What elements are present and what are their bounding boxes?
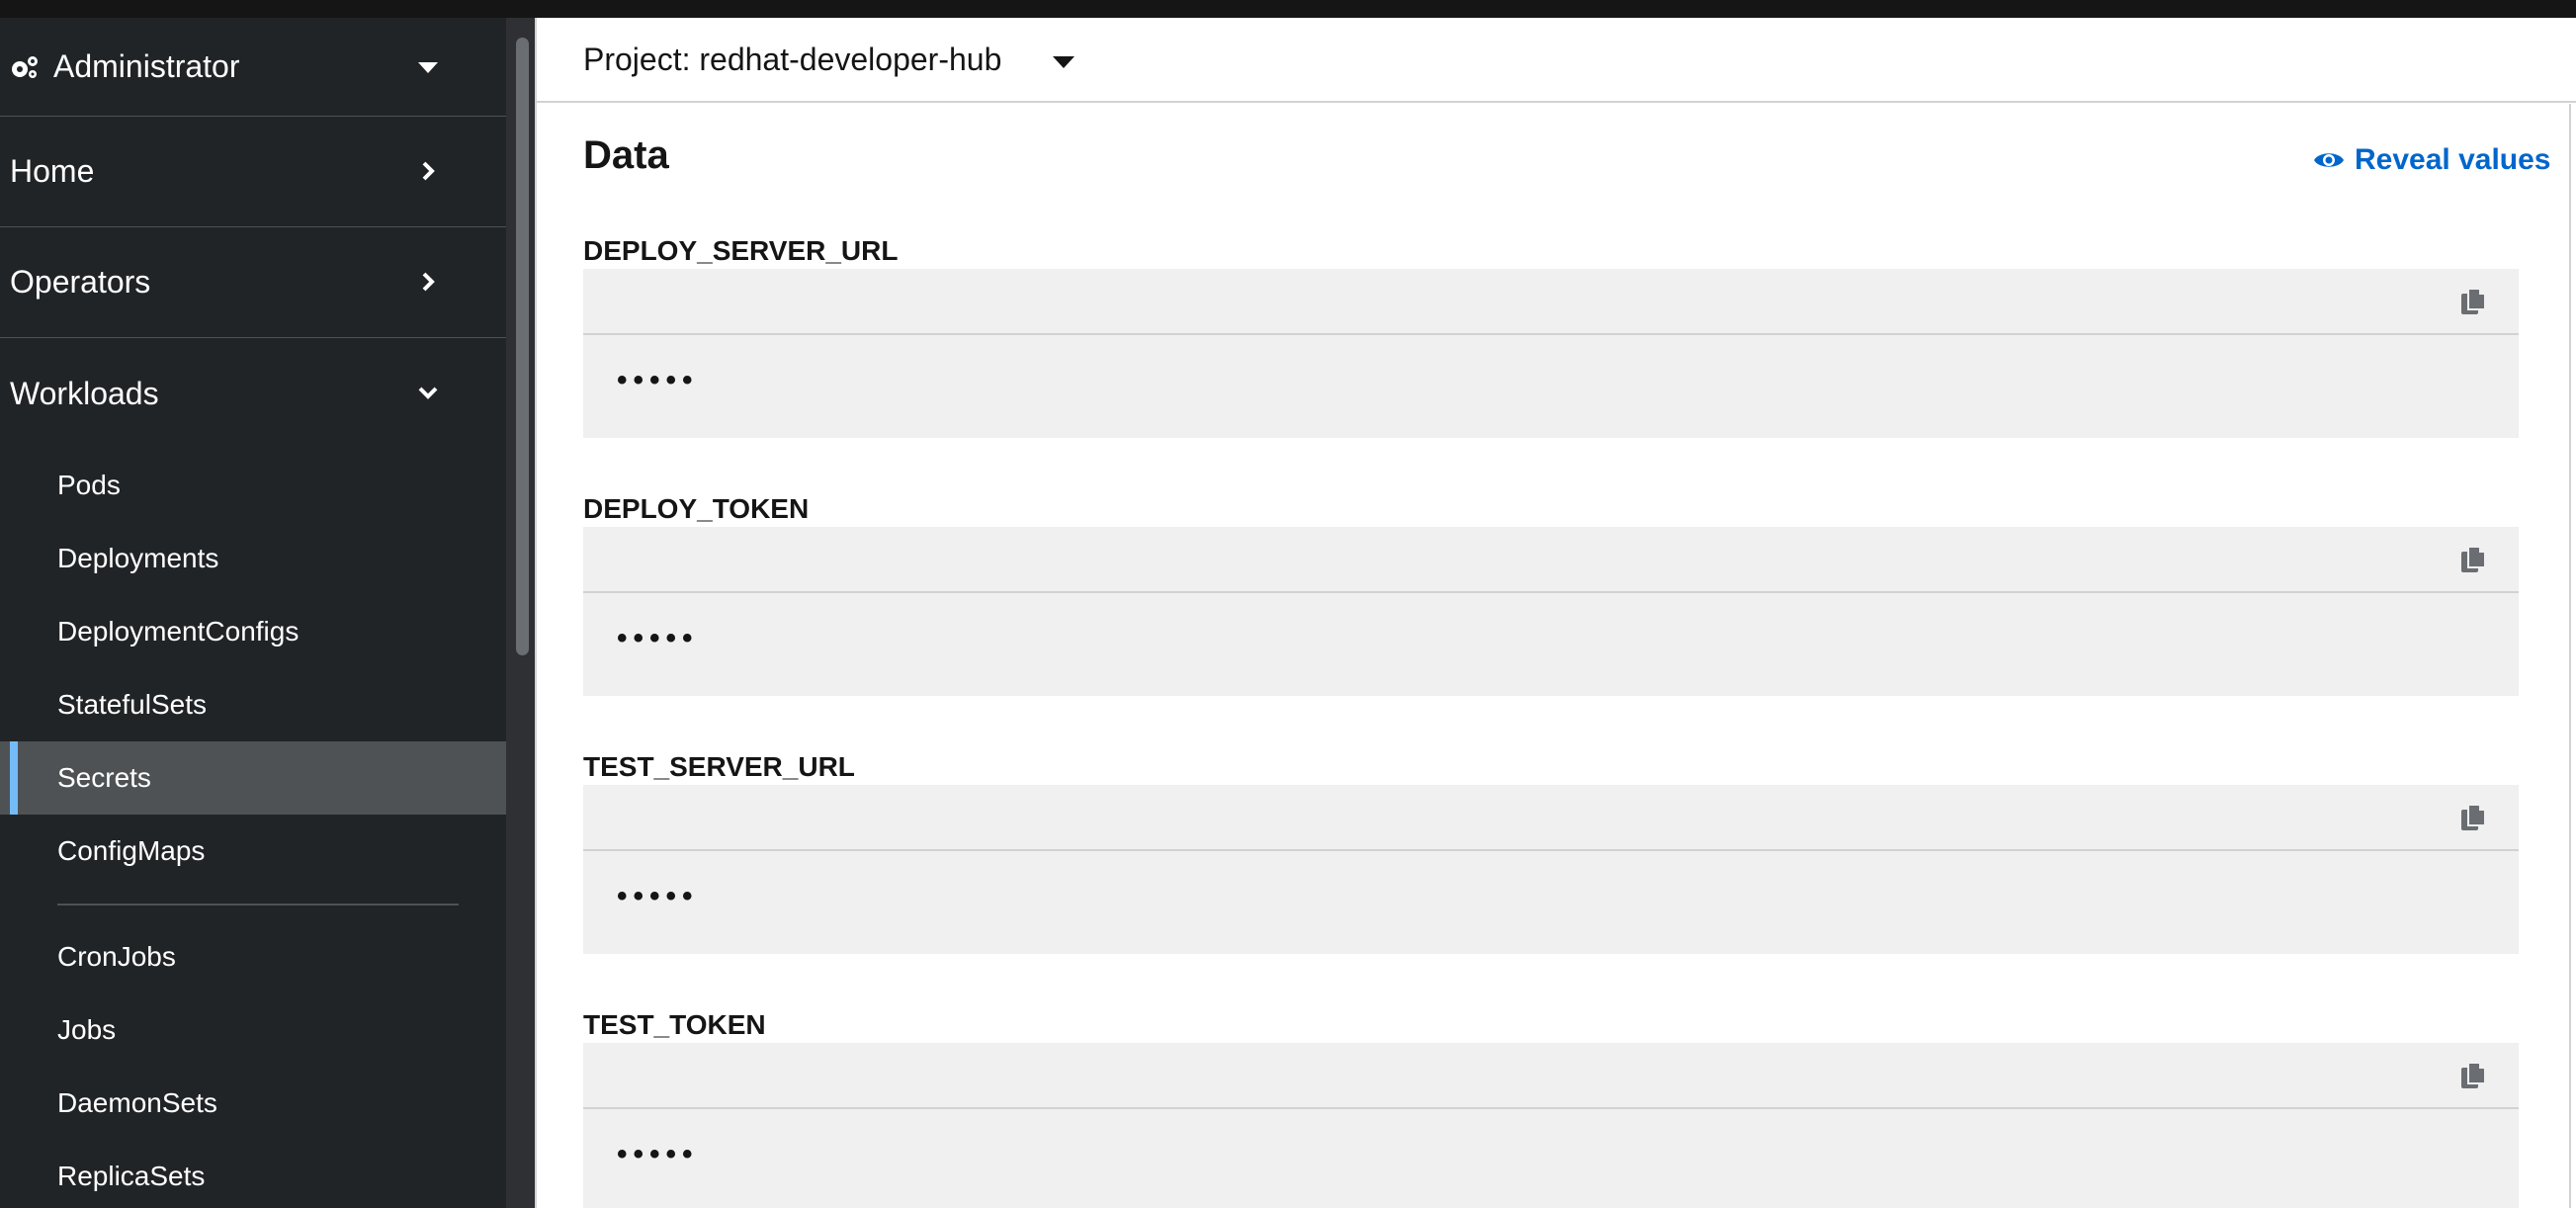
nav-divider [0,888,506,920]
nav-section-label: Operators [10,264,151,300]
chevron-right-icon [422,161,435,181]
chevron-right-icon [422,272,435,292]
sidebar-item-jobs[interactable]: Jobs [0,993,506,1067]
secret-key: DEPLOY_TOKEN [583,493,810,524]
chevron-down-icon [418,387,438,399]
secret-value-box: ••••• [583,269,2519,438]
caret-down-icon[interactable] [1053,56,1074,68]
secret-entry: TEST_TOKEN ••••• [583,1007,2519,1208]
secret-key: TEST_TOKEN [583,1009,766,1040]
nav-section-workloads[interactable]: Workloads [0,338,506,449]
secret-value-box: ••••• [583,527,2519,696]
eye-icon [2314,153,2344,167]
sidebar-item-secrets[interactable]: Secrets [0,741,506,815]
value-toolbar [583,1043,2519,1109]
perspective-switcher[interactable]: Administrator [0,18,506,117]
copy-icon[interactable] [2459,803,2487,832]
caret-down-icon [418,62,438,73]
section-title: Data [583,133,669,177]
sidebar-item-statefulsets[interactable]: StatefulSets [0,668,506,741]
sidebar-nav: Administrator Home Operators Workloads P… [0,18,506,1208]
reveal-values-label: Reveal values [2355,143,2551,176]
value-toolbar [583,269,2519,335]
project-selector-bar: Project: redhat-developer-hub [537,18,2576,103]
nav-section-label: Workloads [10,375,159,411]
copy-icon[interactable] [2459,287,2487,316]
sidebar-item-deployments[interactable]: Deployments [0,522,506,595]
masked-value: ••••• [617,880,699,912]
secret-key: DEPLOY_SERVER_URL [583,235,899,266]
sidebar-item-replicasets[interactable]: ReplicaSets [0,1140,506,1208]
secret-key: TEST_SERVER_URL [583,751,855,782]
sidebar-item-pods[interactable]: Pods [0,449,506,522]
value-toolbar [583,527,2519,593]
perspective-label: Administrator [53,48,240,84]
reveal-values-link[interactable]: Reveal values [2313,143,2550,177]
masked-value: ••••• [617,1138,699,1170]
project-selector[interactable]: Project: redhat-developer-hub [583,42,1001,78]
secret-value-box: ••••• [583,1043,2519,1208]
nav-section-label: Home [10,153,95,189]
copy-icon[interactable] [2459,545,2487,574]
sidebar-item-configmaps[interactable]: ConfigMaps [0,815,506,888]
nav-section-home[interactable]: Home [0,117,506,227]
top-masthead [0,0,2576,18]
sidebar-scrollbar-thumb[interactable] [516,38,529,655]
secret-entry: DEPLOY_TOKEN ••••• [583,491,2519,696]
cogs-icon [12,55,38,78]
page-scrollbar-edge [2569,104,2571,1208]
masked-value: ••••• [617,622,699,654]
nav-section-operators[interactable]: Operators [0,227,506,338]
sidebar-item-deploymentconfigs[interactable]: DeploymentConfigs [0,595,506,668]
secret-entry: TEST_SERVER_URL ••••• [583,749,2519,954]
sidebar-item-cronjobs[interactable]: CronJobs [0,920,506,993]
masked-value: ••••• [617,364,699,396]
secret-entry: DEPLOY_SERVER_URL ••••• [583,233,2519,438]
copy-icon[interactable] [2459,1061,2487,1090]
secret-value-box: ••••• [583,785,2519,954]
value-toolbar [583,785,2519,851]
sidebar-item-daemonsets[interactable]: DaemonSets [0,1067,506,1140]
